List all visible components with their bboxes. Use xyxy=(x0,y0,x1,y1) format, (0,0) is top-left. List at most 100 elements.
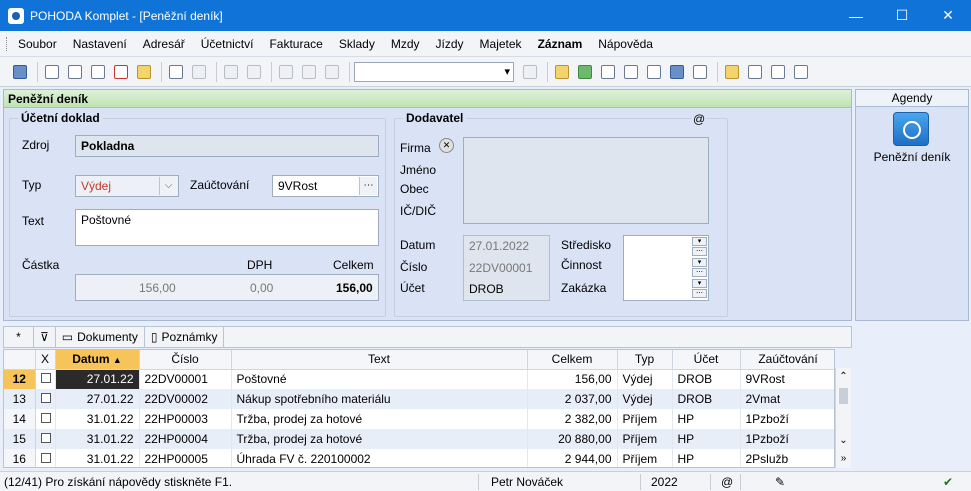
scroll-track[interactable] xyxy=(836,406,851,432)
minimize-button[interactable]: — xyxy=(833,0,879,31)
folder-icon[interactable] xyxy=(552,62,572,82)
zakazka-button[interactable]: ▾ xyxy=(692,279,707,288)
new-record-icon[interactable] xyxy=(166,62,186,82)
back-arrow-icon[interactable] xyxy=(221,62,241,82)
bank-icon[interactable] xyxy=(644,62,664,82)
row-checkbox[interactable] xyxy=(35,369,56,389)
report-icon[interactable] xyxy=(134,62,154,82)
menu-jizdy[interactable]: Jízdy xyxy=(436,37,464,51)
calendar-icon[interactable] xyxy=(598,62,618,82)
chevron-down-icon[interactable]: ⌵ xyxy=(159,177,177,195)
calculator-icon[interactable] xyxy=(621,62,641,82)
column-header-typ[interactable]: Typ xyxy=(617,350,673,370)
table-scrollbar[interactable]: ⌃ ⌄ » xyxy=(835,368,851,468)
help-icon[interactable] xyxy=(791,62,811,82)
cancel-save-icon[interactable] xyxy=(299,62,319,82)
stredisko-label: Středisko xyxy=(561,238,612,252)
save-icon[interactable] xyxy=(276,62,296,82)
zauctovani-label: Zaúčtování xyxy=(190,178,250,192)
filter-icon[interactable] xyxy=(520,62,540,82)
text-field[interactable]: Poštovné xyxy=(75,209,379,246)
scroll-end-icon[interactable]: » xyxy=(836,450,851,468)
scroll-up-icon[interactable]: ⌃ xyxy=(836,368,851,386)
column-header-x[interactable]: X xyxy=(35,350,56,370)
cell-datum: 31.01.22 xyxy=(55,409,140,429)
mail-icon[interactable] xyxy=(768,62,788,82)
scroll-down-icon[interactable]: ⌄ xyxy=(836,432,851,450)
filter-tab-icon[interactable]: ⊽ xyxy=(34,327,56,347)
table-row[interactable]: 15 31.01.22 22HP00004 Tržba, prodej za h… xyxy=(4,429,834,449)
menu-soubor[interactable]: Soubor xyxy=(18,37,57,51)
address-book-icon[interactable]: ✕ xyxy=(439,138,454,153)
menu-adresar[interactable]: Adresář xyxy=(143,37,185,51)
row-checkbox[interactable] xyxy=(35,409,56,429)
print-icon[interactable] xyxy=(42,62,62,82)
stredisko-button[interactable]: ▾ xyxy=(692,237,707,246)
ucet-value: DROB xyxy=(469,282,504,296)
column-header-ucet[interactable]: Účet xyxy=(672,350,741,370)
record-form-panel: Peněžní deník Účetní doklad Zdroj Poklad… xyxy=(3,89,852,321)
email-at-icon[interactable]: @ xyxy=(691,112,708,126)
maximize-button[interactable]: ☐ xyxy=(879,0,925,31)
title-bar: POHODA Komplet - [Peněžní deník] — ☐ ✕ xyxy=(0,0,971,31)
status-edit-icon[interactable]: ✎ xyxy=(775,475,785,489)
zakazka-ellipsis-button[interactable]: ⋯ xyxy=(692,289,707,298)
column-header-zauctovani[interactable]: Zaúčtování xyxy=(740,350,834,370)
menu-majetek[interactable]: Majetek xyxy=(480,37,522,51)
pdf-icon[interactable] xyxy=(111,62,131,82)
agendy-title: Agendy xyxy=(856,90,968,107)
exit-icon[interactable] xyxy=(10,62,30,82)
cinnost-button[interactable]: ▾ xyxy=(692,258,707,267)
cinnost-ellipsis-button[interactable]: ⋯ xyxy=(692,268,707,277)
table-row[interactable]: 14 31.01.22 22HP00003 Tržba, prodej za h… xyxy=(4,409,834,429)
cash-book-agenda-label[interactable]: Peněžní deník xyxy=(856,150,968,164)
column-header-datum[interactable]: Datum ▲ xyxy=(55,350,140,370)
amounts-box: 156,00 0,00 156,00 xyxy=(75,274,379,301)
quick-filter-combo[interactable] xyxy=(354,61,514,82)
status-email-icon[interactable]: @ xyxy=(721,475,733,489)
row-checkbox[interactable] xyxy=(35,429,56,449)
settings-gear-icon[interactable] xyxy=(244,62,264,82)
ellipsis-button[interactable]: ⋯ xyxy=(359,177,377,195)
zauctovani-field[interactable]: 9VRost ⋯ xyxy=(272,175,379,197)
list-view-icon[interactable] xyxy=(745,62,765,82)
menu-bar: Soubor Nastavení Adresář Účetnictví Fakt… xyxy=(0,31,971,57)
accounting-document-title: Účetní doklad xyxy=(18,111,103,125)
menu-ucetnictvi[interactable]: Účetnictví xyxy=(201,37,254,51)
print-setup-icon[interactable] xyxy=(65,62,85,82)
edit-icon[interactable] xyxy=(189,62,209,82)
typ-select[interactable]: Výdej ⌵ xyxy=(75,175,179,197)
iban-icon[interactable] xyxy=(667,62,687,82)
menu-mzdy[interactable]: Mzdy xyxy=(391,37,420,51)
close-button[interactable]: ✕ xyxy=(925,0,971,31)
table-icon[interactable] xyxy=(690,62,710,82)
row-checkbox[interactable] xyxy=(35,449,56,467)
table-row[interactable]: 13 27.01.22 22DV00002 Nákup spotřebního … xyxy=(4,389,834,409)
menu-zaznam[interactable]: Záznam xyxy=(538,37,583,51)
center-activity-job-box[interactable]: ▾ ⋯ ▾ ⋯ ▾ ⋯ xyxy=(623,235,709,301)
form-view-icon[interactable] xyxy=(722,62,742,82)
stredisko-ellipsis-button[interactable]: ⋯ xyxy=(692,247,707,256)
menu-sklady[interactable]: Sklady xyxy=(339,37,375,51)
menu-napoveda[interactable]: Nápověda xyxy=(598,37,653,51)
menu-nastaveni[interactable]: Nastavení xyxy=(73,37,127,51)
row-number-header xyxy=(4,350,36,370)
row-checkbox[interactable] xyxy=(35,389,56,409)
print-preview-icon[interactable] xyxy=(88,62,108,82)
tab-star[interactable]: * xyxy=(4,327,34,347)
cash-book-agenda-icon[interactable] xyxy=(893,112,929,146)
column-header-cislo[interactable]: Číslo xyxy=(139,350,232,370)
scroll-thumb[interactable] xyxy=(839,388,848,404)
cell-datum: 27.01.22 xyxy=(55,389,140,409)
tab-dokumenty[interactable]: ▭ Dokumenty xyxy=(56,327,145,347)
tab-poznamky[interactable]: ▯ Poznámky xyxy=(145,327,225,347)
table-row[interactable]: 12 27.01.22 22DV00001 Poštovné 156,00 Vý… xyxy=(4,369,834,389)
supplier-address-box[interactable] xyxy=(463,137,709,224)
column-header-text[interactable]: Text xyxy=(231,350,528,370)
column-header-celkem[interactable]: Celkem xyxy=(527,350,618,370)
copy-icon[interactable] xyxy=(322,62,342,82)
cell-ucet: HP xyxy=(672,409,741,429)
money-icon[interactable] xyxy=(575,62,595,82)
menu-fakturace[interactable]: Fakturace xyxy=(269,37,322,51)
table-row[interactable]: 16 31.01.22 22HP00005 Úhrada FV č. 22010… xyxy=(4,449,834,467)
